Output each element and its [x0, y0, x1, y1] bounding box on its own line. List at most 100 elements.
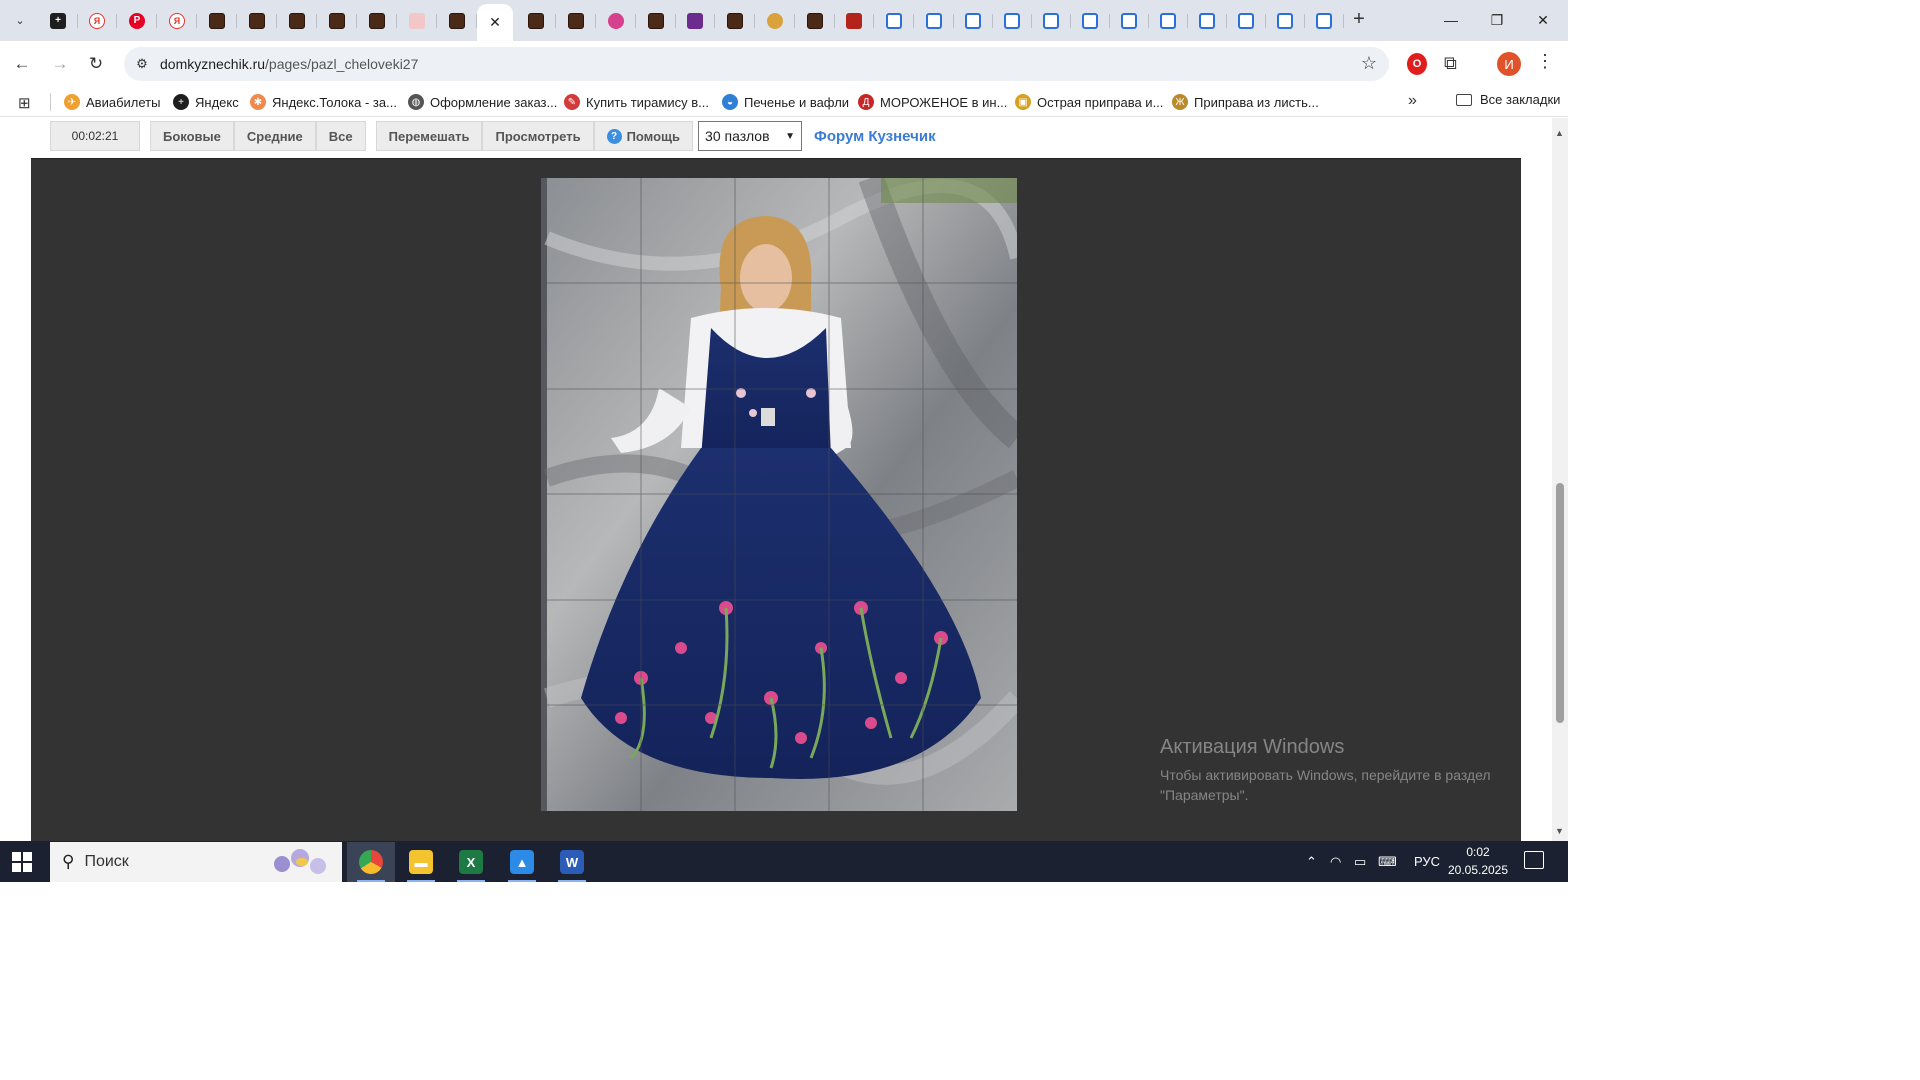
- taskbar-app-file-explorer[interactable]: ▬: [397, 842, 445, 882]
- pieces-count-select[interactable]: 30 пазлов ▼: [698, 121, 803, 151]
- windows-taskbar: ⚲ Поиск ▬ X ▲ W ⌃ ◠ ▭ ⌨ РУС 0:02 20.05.2025: [0, 841, 1568, 882]
- browser-tab[interactable]: [516, 5, 556, 36]
- apps-grid-icon[interactable]: ⊞: [18, 94, 31, 112]
- browser-tab[interactable]: [914, 5, 954, 36]
- tab-search-button[interactable]: ⌄: [8, 8, 32, 32]
- browser-tab[interactable]: [1031, 5, 1071, 36]
- clock-time: 0:02: [1466, 845, 1490, 859]
- bookmark-label: Яндекс: [195, 94, 239, 110]
- scrollbar-thumb[interactable]: [1556, 483, 1564, 723]
- browser-tab[interactable]: [1304, 5, 1344, 36]
- start-button[interactable]: [12, 852, 32, 872]
- browser-tab[interactable]: [596, 5, 636, 36]
- site-settings-icon[interactable]: ⚙: [132, 54, 152, 74]
- watermark-title: Активация Windows: [1160, 736, 1345, 758]
- browser-tab[interactable]: [1265, 5, 1305, 36]
- browser-tab[interactable]: [636, 5, 676, 36]
- page-scrollbar[interactable]: ▲ ▼: [1552, 118, 1568, 841]
- forum-link[interactable]: Форум Кузнечик: [814, 128, 936, 145]
- taskbar-app-excel[interactable]: X: [447, 842, 495, 882]
- help-button[interactable]: ? Помощь: [593, 121, 694, 151]
- shuffle-button[interactable]: Перемешать: [375, 121, 483, 151]
- filter-middle-button[interactable]: Средние: [233, 121, 316, 151]
- browser-tab[interactable]: [237, 5, 277, 36]
- bookmark-item[interactable]: ✈ Авиабилеты: [64, 92, 160, 112]
- browser-tab[interactable]: [277, 5, 317, 36]
- browser-tab[interactable]: [834, 5, 874, 36]
- filter-all-button[interactable]: Все: [315, 121, 366, 151]
- browser-tab[interactable]: [317, 5, 357, 36]
- preview-button[interactable]: Просмотреть: [482, 121, 594, 151]
- filter-edges-button[interactable]: Боковые: [150, 121, 234, 151]
- puzzle-tab-icon: [648, 12, 664, 29]
- browser-tab[interactable]: [675, 5, 715, 36]
- system-clock[interactable]: 0:02 20.05.2025: [1446, 843, 1510, 879]
- taskbar-app-photos[interactable]: ▲: [498, 842, 546, 882]
- browser-tab[interactable]: [755, 5, 795, 36]
- url-text[interactable]: domkyznechik.ru/pages/pazl_cheloveki27: [160, 56, 418, 72]
- taskbar-search[interactable]: ⚲ Поиск: [50, 842, 342, 882]
- bookmark-item[interactable]: Ж Приправа из листь...: [1172, 92, 1319, 112]
- browser-tab[interactable]: [357, 5, 397, 36]
- all-bookmarks-button[interactable]: Все закладки: [1456, 92, 1560, 107]
- bookmark-favicon-icon: ◍: [408, 94, 424, 110]
- forward-button[interactable]: →: [47, 51, 73, 77]
- browser-menu-icon[interactable]: ⋮: [1536, 51, 1554, 72]
- blue-tab-icon: [1199, 12, 1215, 29]
- browser-tab[interactable]: [953, 5, 993, 36]
- maximize-button[interactable]: ❐: [1474, 0, 1520, 40]
- scroll-down-icon[interactable]: ▼: [1555, 826, 1564, 836]
- bookmark-item[interactable]: + Яндекс: [173, 92, 239, 112]
- minimize-button[interactable]: —: [1428, 0, 1474, 40]
- keyboard-icon[interactable]: ⌨: [1378, 841, 1397, 882]
- bookmark-star-icon[interactable]: ☆: [1361, 53, 1377, 74]
- browser-tab[interactable]: [1187, 5, 1227, 36]
- network-icon[interactable]: ◠: [1330, 841, 1341, 882]
- close-tab-icon[interactable]: ✕: [489, 14, 501, 31]
- browser-tab[interactable]: [874, 5, 914, 36]
- bookmark-item[interactable]: ◍ Оформление заказ...: [408, 92, 557, 112]
- bookmark-label: Оформление заказ...: [430, 94, 558, 110]
- browser-tab[interactable]: [1109, 5, 1149, 36]
- taskbar-app-word[interactable]: W: [548, 842, 596, 882]
- word-icon: W: [560, 850, 584, 874]
- browser-tab[interactable]: [437, 5, 477, 36]
- browser-tab[interactable]: [715, 5, 755, 36]
- bookmark-item[interactable]: ◒ Печенье и вафли: [722, 92, 849, 112]
- bookmark-item[interactable]: ▣ Острая приправа и...: [1015, 92, 1163, 112]
- bookmark-item[interactable]: ✎ Купить тирамису в...: [564, 92, 709, 112]
- profile-avatar[interactable]: И: [1497, 52, 1521, 76]
- extensions-icon[interactable]: ⧉: [1444, 53, 1457, 74]
- browser-tab[interactable]: [397, 5, 437, 36]
- close-window-button[interactable]: ✕: [1520, 0, 1566, 40]
- bookmark-favicon-icon: Д: [858, 94, 874, 110]
- more-bookmarks-icon[interactable]: »: [1408, 92, 1417, 110]
- notifications-icon[interactable]: [1524, 851, 1544, 869]
- search-highlight-icon: [274, 849, 326, 874]
- browser-tab[interactable]: [556, 5, 596, 36]
- language-indicator[interactable]: РУС: [1414, 841, 1440, 882]
- browser-tab[interactable]: [795, 5, 835, 36]
- taskbar-app-chrome[interactable]: [347, 842, 395, 882]
- extension-opera-icon[interactable]: O: [1407, 53, 1427, 75]
- puzzle-image[interactable]: [541, 178, 1017, 811]
- address-bar[interactable]: ⚙ domkyznechik.ru/pages/pazl_cheloveki27…: [124, 47, 1389, 81]
- scroll-up-icon[interactable]: ▲: [1555, 128, 1564, 138]
- bookmark-item[interactable]: Д МОРОЖЕНОЕ в ин...: [858, 92, 1007, 112]
- tab-active[interactable]: ✕: [477, 4, 513, 41]
- bookmark-item[interactable]: ✱ Яндекс.Толока - за...: [250, 92, 397, 112]
- back-button[interactable]: ←: [9, 51, 35, 77]
- browser-tab[interactable]: Я: [157, 5, 197, 36]
- browser-tab[interactable]: Я: [77, 5, 117, 36]
- browser-tab[interactable]: [992, 5, 1032, 36]
- browser-tab[interactable]: [1226, 5, 1266, 36]
- browser-tab[interactable]: P: [117, 5, 157, 36]
- browser-tab[interactable]: [197, 5, 237, 36]
- battery-icon[interactable]: ▭: [1354, 841, 1366, 882]
- browser-tab[interactable]: [1070, 5, 1110, 36]
- new-tab-button[interactable]: +: [1348, 9, 1370, 31]
- tray-overflow-icon[interactable]: ⌃: [1306, 841, 1317, 882]
- browser-tab[interactable]: [1148, 5, 1188, 36]
- reload-button[interactable]: ↻: [83, 51, 109, 77]
- browser-tab[interactable]: +: [38, 5, 78, 36]
